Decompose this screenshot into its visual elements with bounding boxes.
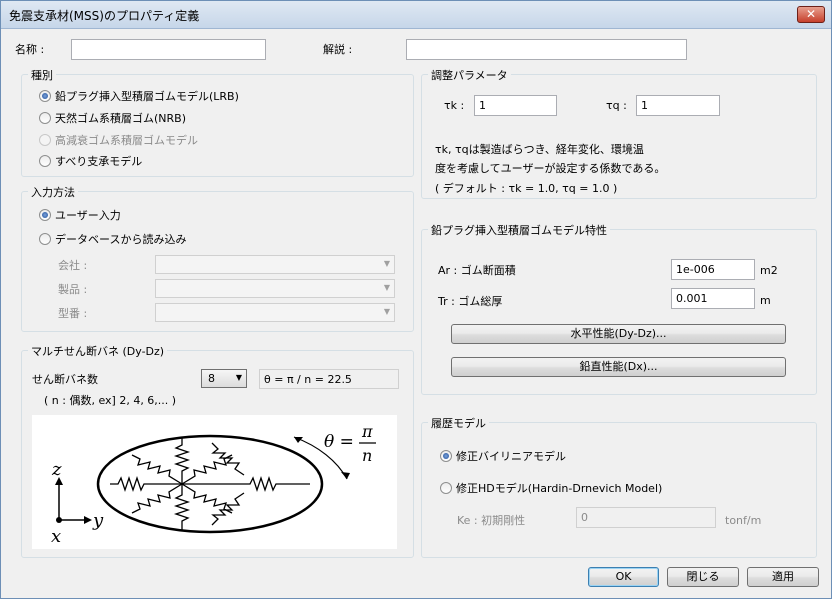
ar-input[interactable]: 1e-006 <box>671 259 755 280</box>
spring-count-note: ( n : 偶数, ex] 2, 4, 6,... ) <box>44 394 177 407</box>
radio-modified-hd-label: 修正HDモデル(Hardin-Drnevich Model) <box>456 482 663 495</box>
radio-lrb-label: 鉛プラグ挿入型積層ゴムモデル(LRB) <box>55 90 239 103</box>
radio-modified-bilinear-indicator <box>440 450 452 462</box>
radio-sliding-label: すべり支承モデル <box>55 155 143 168</box>
close-button[interactable]: 閉じる <box>667 567 739 587</box>
lrb-properties-title: 鉛プラグ挿入型積層ゴムモデル特性 <box>428 222 610 238</box>
adjust-parameters-group: 調整パラメータ τk : 1 τq : 1 τk, τqは製造ばらつき、経年変化… <box>421 67 817 199</box>
company-label: 会社 : <box>58 259 88 272</box>
tau-k-label: τk : <box>444 99 465 112</box>
input-method-title: 入力方法 <box>28 184 78 200</box>
spring-horizontal <box>110 475 310 493</box>
spring-count-select[interactable]: 8 ▼ <box>201 369 247 388</box>
description-input[interactable] <box>406 39 687 60</box>
adjust-description-line2: 度を考慮してユーザーが設定する係数である。 <box>435 162 666 175</box>
theta-display: θ = π / n = 22.5 <box>259 369 399 389</box>
close-window-button[interactable]: ✕ <box>797 6 825 23</box>
type-group: 種別 鉛プラグ挿入型積層ゴムモデル(LRB) 天然ゴム系積層ゴム(NRB) 高減… <box>21 67 414 177</box>
tau-q-input[interactable]: 1 <box>636 95 720 116</box>
radio-nrb-indicator <box>39 112 51 124</box>
hysteresis-model-title: 履歴モデル <box>428 415 489 431</box>
radio-user-input-indicator <box>39 209 51 221</box>
model-number-select: ▼ <box>155 303 395 322</box>
type-group-title: 種別 <box>28 67 56 83</box>
tr-input[interactable]: 0.001 <box>671 288 755 309</box>
radio-lrb[interactable]: 鉛プラグ挿入型積層ゴムモデル(LRB) <box>39 88 239 104</box>
radio-nrb[interactable]: 天然ゴム系積層ゴム(NRB) <box>39 110 186 126</box>
radio-database[interactable]: データベースから読み込み <box>39 231 186 247</box>
radio-modified-bilinear[interactable]: 修正バイリニアモデル <box>440 448 566 464</box>
chevron-down-icon: ▼ <box>383 259 390 268</box>
spring-diagram-svg: θ = π n z y x <box>51 422 376 547</box>
multi-shear-spring-title: マルチせん断バネ (Dy-Dz) <box>28 343 168 359</box>
horizontal-performance-button[interactable]: 水平性能(Dy-Dz)... <box>451 324 786 344</box>
adjust-description-line1: τk, τqは製造ばらつき、経年変化、環境温 <box>435 143 644 156</box>
radio-database-label: データベースから読み込み <box>55 233 187 246</box>
radio-user-input[interactable]: ユーザー入力 <box>39 207 121 223</box>
radio-hdr-label: 高減衰ゴム系積層ゴムモデル <box>55 134 198 147</box>
x-axis-label: x <box>51 526 61 547</box>
dialog-window: 免震支承材(MSS)のプロパティ定義 ✕ 名称 : 解説 : 種別 鉛プラグ挿入… <box>0 0 832 599</box>
name-label: 名称 : <box>15 43 45 56</box>
hysteresis-model-group: 履歴モデル 修正バイリニアモデル 修正HDモデル(Hardin-Drnevich… <box>421 415 817 558</box>
pi-symbol: π <box>361 422 373 441</box>
multi-shear-spring-diagram: θ = π n z y x <box>32 415 397 549</box>
radio-hdr-indicator <box>39 134 51 146</box>
radio-database-indicator <box>39 233 51 245</box>
adjust-parameters-title: 調整パラメータ <box>428 67 511 83</box>
ar-label: Ar : ゴム断面積 <box>438 264 516 277</box>
z-axis-label: z <box>51 459 62 480</box>
spring-diagonal-4 <box>211 492 245 526</box>
radio-modified-hd-indicator <box>440 482 452 494</box>
apply-button[interactable]: 適用 <box>747 567 819 587</box>
chevron-down-icon: ▼ <box>383 283 390 292</box>
radio-hdr: 高減衰ゴム系積層ゴムモデル <box>39 132 198 148</box>
ar-unit: m2 <box>760 264 778 277</box>
chevron-down-icon: ▼ <box>235 373 242 382</box>
radio-modified-bilinear-label: 修正バイリニアモデル <box>456 450 566 463</box>
tau-q-label: τq : <box>606 99 627 112</box>
initial-stiffness-label: Ke : 初期剛性 <box>457 514 526 527</box>
y-axis-label: y <box>92 510 104 531</box>
title-bar[interactable]: 免震支承材(MSS)のプロパティ定義 ✕ <box>1 1 831 29</box>
tau-k-input[interactable]: 1 <box>474 95 557 116</box>
tr-unit: m <box>760 294 771 307</box>
y-axis-arrow <box>84 516 92 524</box>
radio-sliding-indicator <box>39 155 51 167</box>
window-title: 免震支承材(MSS)のプロパティ定義 <box>9 9 200 23</box>
adjust-default-note: ( デフォルト : τk = 1.0, τq = 1.0 ) <box>435 182 618 195</box>
radio-nrb-label: 天然ゴム系積層ゴム(NRB) <box>55 112 187 125</box>
spring-count-label: せん断バネ数 <box>32 373 98 386</box>
model-number-label: 型番 : <box>58 307 88 320</box>
tr-label: Tr : ゴム総厚 <box>438 295 503 308</box>
spring-count-value: 8 <box>208 372 215 385</box>
chevron-down-icon: ▼ <box>383 307 390 316</box>
initial-stiffness-input: 0 <box>576 507 716 528</box>
theta-arrow-head-2 <box>341 472 350 479</box>
lrb-properties-group: 鉛プラグ挿入型積層ゴムモデル特性 Ar : ゴム断面積 1e-006 m2 Tr… <box>421 222 817 395</box>
theta-symbol: θ = <box>324 432 354 452</box>
input-method-group: 入力方法 ユーザー入力 データベースから読み込み 会社 : ▼ 製品 : ▼ 型… <box>21 184 414 332</box>
name-input[interactable] <box>71 39 266 60</box>
initial-stiffness-unit: tonf/m <box>725 514 762 527</box>
company-select: ▼ <box>155 255 395 274</box>
radio-lrb-indicator <box>39 90 51 102</box>
vertical-performance-button[interactable]: 鉛直性能(Dx)... <box>451 357 786 377</box>
origin-dot <box>56 517 62 523</box>
radio-sliding[interactable]: すべり支承モデル <box>39 153 142 169</box>
radio-modified-hd[interactable]: 修正HDモデル(Hardin-Drnevich Model) <box>440 480 662 496</box>
ok-button[interactable]: OK <box>588 567 659 587</box>
n-symbol: n <box>362 446 372 465</box>
spring-diagonal-3 <box>211 442 245 476</box>
radio-user-input-label: ユーザー入力 <box>55 209 121 222</box>
product-select: ▼ <box>155 279 395 298</box>
description-label: 解説 : <box>323 43 353 56</box>
product-label: 製品 : <box>58 283 88 296</box>
